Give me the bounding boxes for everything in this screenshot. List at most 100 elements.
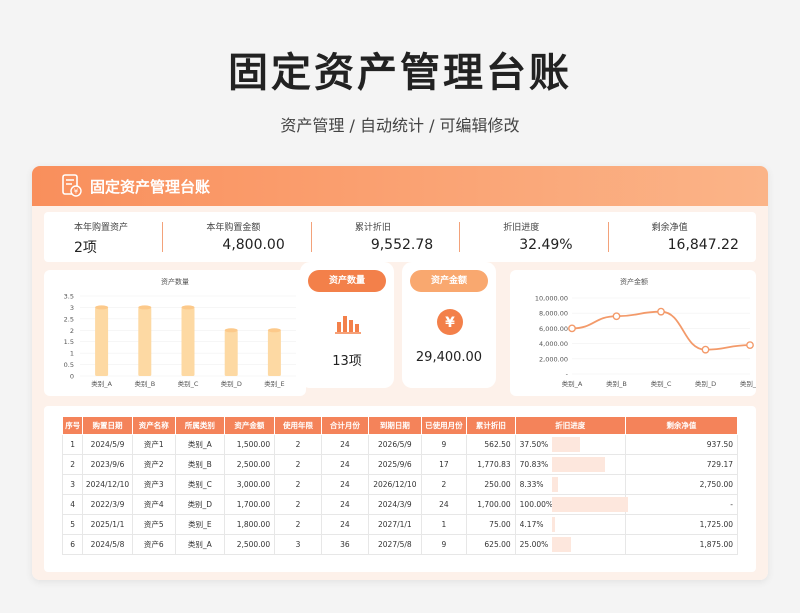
bar — [224, 330, 238, 376]
table-cell: 2025/9/6 — [367, 454, 422, 475]
table-row[interactable]: 3 2024/12/10 资产3 类别_C 3,000.00 2 24 2026/12/10 2… — [61, 474, 739, 495]
y-tick-label: - — [566, 371, 569, 379]
bar-cap — [95, 305, 109, 310]
table-cell: 24 — [320, 434, 369, 455]
table-cell: 937.50 — [624, 434, 739, 455]
stat-accumulated-depreciation: 累计折旧 9,552.78 — [310, 212, 459, 262]
y-tick-label: 0.5 — [64, 361, 74, 369]
table-cell: 24 — [320, 514, 369, 535]
table-cell: 9 — [420, 534, 468, 555]
table-cell: - — [624, 494, 739, 515]
table-cell: 3,000.00 — [223, 474, 276, 495]
data-point — [701, 345, 710, 354]
table-cell: 2 — [274, 514, 322, 535]
table-row[interactable]: 4 2022/3/9 资产4 类别_D 1,700.00 2 24 2024/3/9 24 1,7… — [61, 494, 739, 515]
table-row[interactable]: 5 2025/1/1 资产5 类别_E 1,800.00 2 24 2027/1/1 1 75.0… — [61, 514, 739, 535]
progress-text: 100.00% — [519, 500, 554, 509]
progress-text-cell: 100.00% — [514, 494, 628, 515]
table-cell: 1,700.00 — [223, 494, 276, 515]
table-cell: 1 — [61, 434, 84, 455]
y-tick-label: 0 — [70, 373, 74, 381]
asset-count-pill[interactable]: 资产数量 — [308, 270, 386, 292]
asset-amount-line-chart: 资产金额 - 2,000.00 4,000.00 6,000.00 8,000.00 10,… — [535, 277, 760, 388]
table-cell: 2 — [420, 474, 468, 495]
asset-count-chart-panel: 资产数量 0 0.5 1 1.5 2 2.5 3 3.5 类别_A 类别_B 类别_C 类别_D 类别_E — [44, 270, 306, 396]
table-cell: 2 — [61, 454, 84, 475]
table-cell: 625.00 — [466, 534, 516, 555]
table-cell: 2,500.00 — [223, 534, 276, 555]
page-title: 固定资产管理台账 — [228, 50, 572, 96]
table-cell: 资产2 — [131, 454, 176, 475]
asset-table: 序号 购置日期 资产名称 所属类别 资产金额 使用年限 合计月份 到期日期 已使用月份 累计折旧折… — [61, 416, 739, 555]
asset-amount-pill[interactable]: 资产金额 — [410, 270, 488, 292]
table-cell: 2026/12/10 — [367, 474, 422, 495]
stat-label: 累计折旧 — [354, 223, 391, 233]
asset-count-value: 13项 — [332, 354, 362, 369]
stat-annual-purchase-count: 本年购置资产 2项 — [44, 212, 162, 262]
stat-label: 本年购置资产 — [74, 223, 129, 233]
table-cell: 资产4 — [131, 494, 176, 515]
svg-text:¥: ¥ — [445, 315, 455, 331]
card-body: 本年购置资产 2项 本年购置金额 4,800.00 累计折旧 9,552.78 … — [32, 206, 768, 580]
table-cell: 2 — [274, 474, 322, 495]
column-header: 使用年限 — [274, 416, 322, 435]
progress-text: 4.17% — [519, 520, 544, 529]
y-tick-label: 10,000.00 — [535, 295, 568, 303]
table-row[interactable]: 2 2023/9/6 资产2 类别_B 2,500.00 2 24 2025/9/6 17 1,7… — [61, 454, 739, 475]
progress-bar — [551, 517, 555, 532]
column-header: 剩余净值 — [624, 416, 739, 435]
table-cell: 2024/3/9 — [367, 494, 422, 515]
bar — [267, 330, 281, 376]
y-tick-label: 2 — [70, 327, 74, 335]
stat-value: 4,800.00 — [222, 237, 285, 253]
progress-text-cell: 70.83% — [514, 454, 626, 475]
y-tick-label: 8,000.00 — [539, 310, 568, 318]
x-tick-label: 类别_E — [264, 379, 284, 388]
table-cell: 2,750.00 — [624, 474, 739, 495]
stat-net-value: 剩余净值 16,847.22 — [607, 212, 756, 262]
table-cell: 类别_A — [174, 534, 225, 555]
table-cell: 2024/12/10 — [82, 474, 133, 495]
y-tick-label: 1.5 — [64, 338, 74, 346]
asset-count-summary: 资产数量 13项 — [300, 262, 394, 388]
y-tick-label: 4,000.00 — [539, 340, 568, 348]
table-cell: 24 — [320, 494, 369, 515]
table-cell: 24 — [420, 494, 468, 515]
y-tick-label: 1 — [70, 350, 74, 358]
progress-text-cell: 4.17% — [514, 514, 626, 535]
table-cell: 资产5 — [131, 514, 176, 535]
bar — [95, 307, 109, 376]
table-cell: 类别_B — [174, 454, 225, 475]
column-header: 资产金额 — [223, 416, 276, 435]
progress-bar — [551, 457, 606, 472]
column-header: 序号 — [61, 416, 84, 435]
x-tick-label: 类别_C — [178, 379, 199, 388]
table-cell: 2 — [274, 434, 322, 455]
x-tick-label: 类别_A — [91, 379, 112, 388]
y-tick-label: 2.5 — [64, 315, 74, 323]
x-tick-label: 类别_D — [221, 379, 242, 388]
progress-text-cell: 25.00% — [514, 534, 626, 555]
table-row[interactable]: 1 2024/5/9 资产1 类别_A 1,500.00 2 24 2026/5/9 9 562.… — [61, 434, 739, 455]
stat-value: 9,552.78 — [370, 237, 434, 253]
table-cell: 1 — [420, 514, 468, 535]
yen-coin-icon: ¥ — [437, 309, 463, 335]
progress-bar — [551, 497, 628, 512]
stat-value: 32.49% — [519, 237, 573, 253]
table-cell: 2 — [274, 454, 322, 475]
table-cell: 6 — [61, 534, 84, 555]
data-point — [612, 312, 621, 321]
table-cell: 1,875.00 — [624, 534, 739, 555]
table-cell: 729.17 — [624, 454, 739, 475]
table-cell: 2 — [274, 494, 322, 515]
x-tick-label: 类别_E — [740, 379, 756, 388]
table-cell: 资产6 — [131, 534, 176, 555]
stat-value: 2项 — [74, 240, 97, 256]
series-line — [571, 310, 751, 351]
column-header: 到期日期 — [367, 416, 422, 435]
y-tick-label: 3.5 — [64, 293, 74, 301]
table-row[interactable]: 6 2024/5/8 资产6 类别_A 2,500.00 3 36 2027/5/8 9 625.… — [61, 534, 739, 555]
y-tick-label: 2,000.00 — [539, 355, 568, 363]
table-cell: 2026/5/9 — [367, 434, 422, 455]
asset-amount-value: 29,400.00 — [415, 350, 483, 365]
